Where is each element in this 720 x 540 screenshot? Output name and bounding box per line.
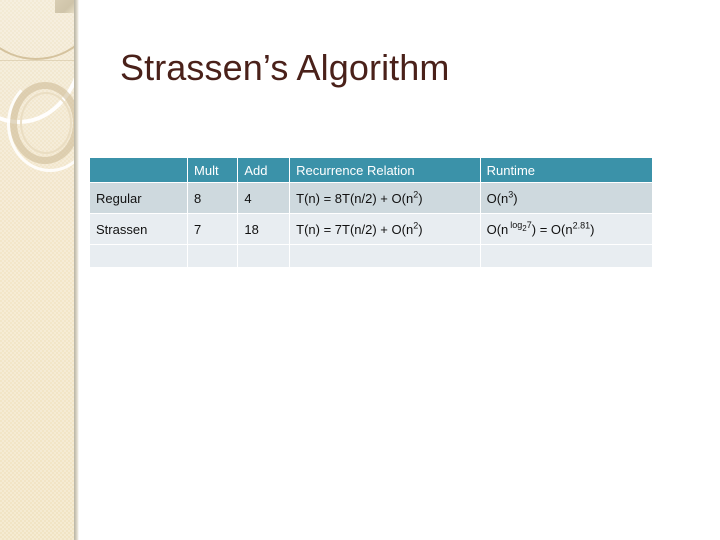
runtime-middle: ) = O(n	[531, 221, 573, 237]
spacer-cell-add	[238, 245, 290, 267]
table-row-spacer	[90, 245, 652, 267]
spacer-cell-mult	[188, 245, 238, 267]
recurrence-tail: )	[418, 190, 423, 206]
cell-strassen-add: 18	[238, 214, 290, 244]
column-header-runtime: Runtime	[480, 158, 652, 182]
decorative-sidebar	[0, 0, 79, 540]
runtime-log-exponent: log27	[510, 220, 531, 233]
cell-regular-mult: 8	[188, 183, 238, 213]
cell-strassen-recurrence: T(n) = 7T(n/2) + O(n2)	[290, 214, 480, 244]
log-prefix: log	[510, 220, 523, 231]
spacer-cell-runtime	[480, 245, 652, 267]
runtime-tail: )	[590, 221, 595, 237]
recurrence-base: T(n) = 8T(n/2) + O(n	[296, 190, 414, 206]
sidebar-edge	[74, 0, 79, 540]
algorithm-comparison-table: Mult Add Recurrence Relation Runtime Reg…	[89, 157, 653, 268]
page-title: Strassen’s Algorithm	[120, 47, 450, 88]
cell-regular-runtime: O(n3)	[480, 183, 652, 213]
column-header-recurrence-relation: Recurrence Relation	[290, 158, 480, 182]
cell-regular-add: 4	[238, 183, 290, 213]
table-header-row: Mult Add Recurrence Relation Runtime	[90, 158, 652, 182]
recurrence-tail: )	[418, 221, 423, 237]
cell-regular-recurrence: T(n) = 8T(n/2) + O(n2)	[290, 183, 480, 213]
row-label-strassen: Strassen	[90, 214, 188, 244]
column-header-mult: Mult	[188, 158, 238, 182]
recurrence-base: T(n) = 7T(n/2) + O(n	[296, 221, 414, 237]
cell-strassen-runtime: O(n log27) = O(n2.81)	[480, 214, 652, 244]
spacer-cell-label	[90, 245, 188, 267]
spacer-cell-recurrence	[290, 245, 480, 267]
column-header-add: Add	[238, 158, 290, 182]
runtime-exponent-decimal: 2.81	[572, 220, 591, 231]
table-row: Regular 8 4 T(n) = 8T(n/2) + O(n2) O(n3)	[90, 183, 652, 213]
row-label-regular: Regular	[90, 183, 188, 213]
table-row: Strassen 7 18 T(n) = 7T(n/2) + O(n2) O(n…	[90, 214, 652, 244]
cell-strassen-mult: 7	[188, 214, 238, 244]
column-header-blank	[90, 158, 188, 182]
runtime-base: O(n	[486, 221, 509, 237]
runtime-base: O(n	[486, 190, 509, 206]
runtime-tail: )	[513, 190, 518, 206]
